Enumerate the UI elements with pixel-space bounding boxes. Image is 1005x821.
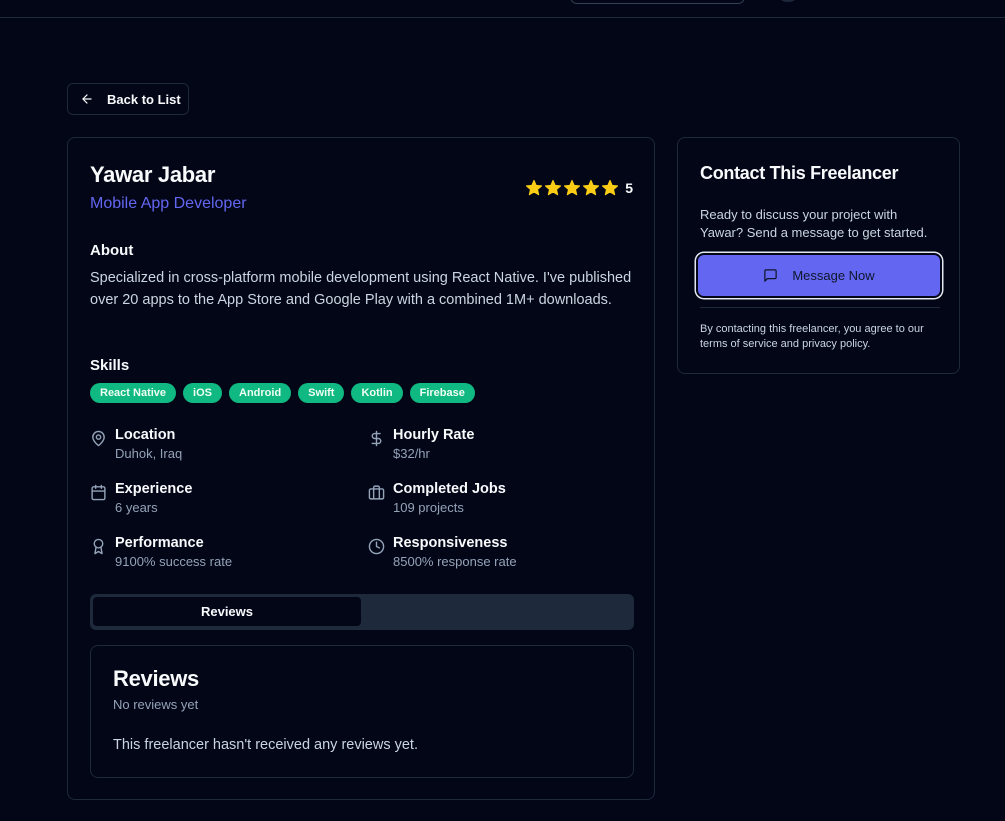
skill-badge: iOS (183, 383, 222, 403)
nav-search-pill[interactable] (570, 0, 745, 4)
contact-description: Ready to discuss your project with Yawar… (700, 207, 928, 240)
top-nav-bar (0, 0, 1005, 18)
award-icon (93, 538, 104, 555)
arrow-left-icon (82, 94, 92, 104)
skill-badge: Kotlin (351, 383, 403, 403)
back-button-label: Back to List (107, 91, 181, 107)
star-icon (526, 179, 543, 196)
divider (700, 307, 940, 308)
about-heading: About (90, 242, 134, 259)
stat-value: 9100% success rate (115, 554, 233, 569)
message-now-button[interactable]: Message Now (698, 255, 940, 296)
tabs-list: Reviews (90, 594, 634, 630)
skill-badge: Firebase (409, 383, 475, 403)
skills-list: React Native iOS Android Swift Kotlin Fi… (90, 383, 475, 403)
stat-value: 8500% response rate (393, 554, 517, 569)
stat-label: Responsiveness (393, 535, 508, 551)
skill-badge: Android (229, 383, 292, 403)
star-icon (602, 179, 619, 196)
contact-title: Contact This Freelancer (700, 163, 899, 183)
stat-label: Performance (115, 535, 204, 551)
skill-badge: Swift (298, 383, 345, 403)
back-to-list-button[interactable]: Back to List (67, 83, 189, 115)
briefcase-icon (368, 485, 385, 500)
dollar-icon (371, 430, 382, 447)
stat-responsiveness: Responsiveness 8500% response rate (368, 535, 517, 569)
map-pin-icon (92, 430, 105, 447)
stat-label: Hourly Rate (393, 427, 475, 443)
rating: 5 (525, 179, 633, 197)
freelancer-role: Mobile App Developer (90, 195, 247, 212)
reviews-panel: Reviews No reviews yet This freelancer h… (90, 645, 634, 778)
profile-card: Yawar Jabar Mobile App Developer 5 About… (67, 137, 655, 800)
stat-hourly-rate: Hourly Rate $32/hr (368, 427, 474, 461)
nav-avatar[interactable] (780, 0, 796, 2)
stat-label: Location (115, 427, 176, 443)
contact-card: Contact This Freelancer Ready to discuss… (677, 137, 960, 374)
about-text: Specialized in cross-platform mobile dev… (90, 270, 632, 308)
skill-badge: React Native (90, 383, 177, 403)
skills-heading: Skills (90, 357, 130, 374)
reviews-empty-text: This freelancer hasn't received any revi… (113, 737, 418, 753)
reviews-title: Reviews (113, 666, 199, 691)
star-icon (583, 179, 600, 196)
stat-value: 109 projects (393, 500, 464, 515)
stat-experience: Experience 6 years (90, 481, 192, 515)
stat-value: 6 years (115, 500, 158, 515)
clock-icon (368, 538, 385, 555)
terms-fine-print: By contacting this freelancer, you agree… (700, 323, 924, 350)
stat-performance: Performance 9100% success rate (90, 535, 232, 569)
stat-label: Experience (115, 481, 193, 497)
rating-value: 5 (625, 180, 633, 196)
stat-label: Completed Jobs (393, 481, 506, 497)
freelancer-name: Yawar Jabar (90, 162, 216, 187)
message-button-label: Message Now (792, 268, 875, 283)
stat-value: $32/hr (393, 446, 430, 461)
stat-completed-jobs: Completed Jobs 109 projects (368, 481, 506, 515)
tab-reviews[interactable]: Reviews (93, 597, 361, 626)
message-square-icon (764, 269, 778, 282)
star-icon (545, 179, 562, 196)
reviews-subtitle: No reviews yet (113, 697, 199, 712)
calendar-icon (91, 484, 106, 501)
star-icon (564, 179, 581, 196)
stat-location: Location Duhok, Iraq (90, 427, 182, 461)
stat-value: Duhok, Iraq (115, 446, 183, 461)
